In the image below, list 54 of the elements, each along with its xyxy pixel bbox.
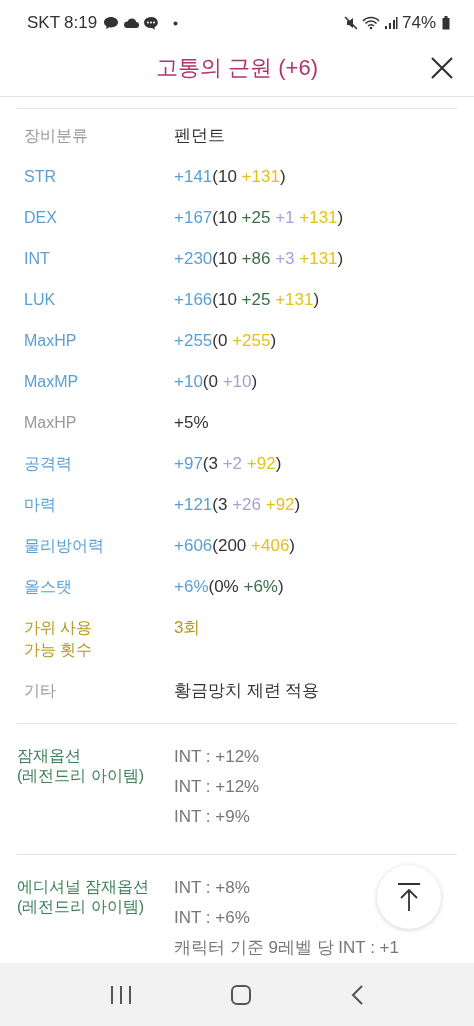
back-icon[interactable] xyxy=(349,983,366,1006)
stat-value: +167(10 +25 +1 +131) xyxy=(174,207,344,229)
battery-percentage: 74% xyxy=(401,13,436,33)
stat-value: 3회 xyxy=(174,617,201,639)
stat-value: +10(0 +10) xyxy=(174,371,258,393)
stat-label: 올스탯 xyxy=(23,577,73,597)
stat-label: 물리방어력 xyxy=(23,536,105,556)
stat-label: DEX xyxy=(23,208,58,228)
stat-value: +606(200 +406) xyxy=(174,535,295,557)
stat-value: +6%(0% +6%) xyxy=(174,576,284,598)
cloud-icon xyxy=(123,17,140,29)
home-icon[interactable] xyxy=(230,983,252,1006)
arrow-up-icon xyxy=(396,882,422,912)
stat-label: 공격력 xyxy=(23,454,73,474)
stat-value: +121(3 +26 +92) xyxy=(174,494,301,516)
stat-label: MaxHP xyxy=(23,413,78,433)
stat-value: +97(3 +2 +92) xyxy=(174,453,282,475)
stat-value: 펜던트 xyxy=(174,125,225,147)
stat-value: +141(10 +131) xyxy=(174,166,286,188)
stat-label: MaxMP xyxy=(23,372,80,392)
stat-label: STR xyxy=(23,167,57,187)
stat-label: MaxHP xyxy=(23,331,78,351)
option-line: INT : +12% xyxy=(174,776,260,798)
clock: 8:19 xyxy=(64,13,98,33)
stat-value: +166(10 +25 +131) xyxy=(174,289,320,311)
stat-label: 장비분류 xyxy=(23,126,89,146)
stat-label: LUK xyxy=(23,290,57,310)
stat-value: 황금망치 제련 적용 xyxy=(174,680,320,702)
wifi-icon xyxy=(361,16,380,30)
option-line: INT : +12% xyxy=(174,746,260,768)
stat-value: +5% xyxy=(174,412,209,434)
page-title: 고통의 근원 (+6) xyxy=(156,54,318,82)
chat-bubble-icon xyxy=(103,16,120,30)
option-line: INT : +6% xyxy=(174,907,251,929)
close-icon[interactable] xyxy=(430,56,454,80)
recent-apps-icon[interactable] xyxy=(108,983,133,1006)
battery-icon xyxy=(442,16,450,30)
option-line: 캐릭터 기준 9레벨 당 INT : +1 xyxy=(174,937,399,959)
stat-label: 가위 사용 가능 횟수 xyxy=(23,618,94,660)
dot-icon xyxy=(173,20,179,26)
stat-value: +230(10 +86 +3 +131) xyxy=(174,248,344,270)
signal-icon xyxy=(383,16,398,30)
carrier-name: SKT xyxy=(27,13,61,33)
scroll-to-top-button[interactable] xyxy=(377,865,441,929)
stat-label: INT xyxy=(23,249,51,269)
mute-icon xyxy=(343,16,358,30)
message-icon xyxy=(143,16,160,30)
option-section-title: 잠재옵션 (레전드리 아이템) xyxy=(17,746,146,786)
option-line: INT : +9% xyxy=(174,806,251,828)
stat-value: +255(0 +255) xyxy=(174,330,277,352)
stat-label: 기타 xyxy=(23,681,57,701)
stat-label: 마력 xyxy=(23,495,57,515)
option-section-title: 에디셔널 잠재옵션 (레전드리 아이템) xyxy=(17,877,151,917)
option-line: INT : +8% xyxy=(174,877,251,899)
